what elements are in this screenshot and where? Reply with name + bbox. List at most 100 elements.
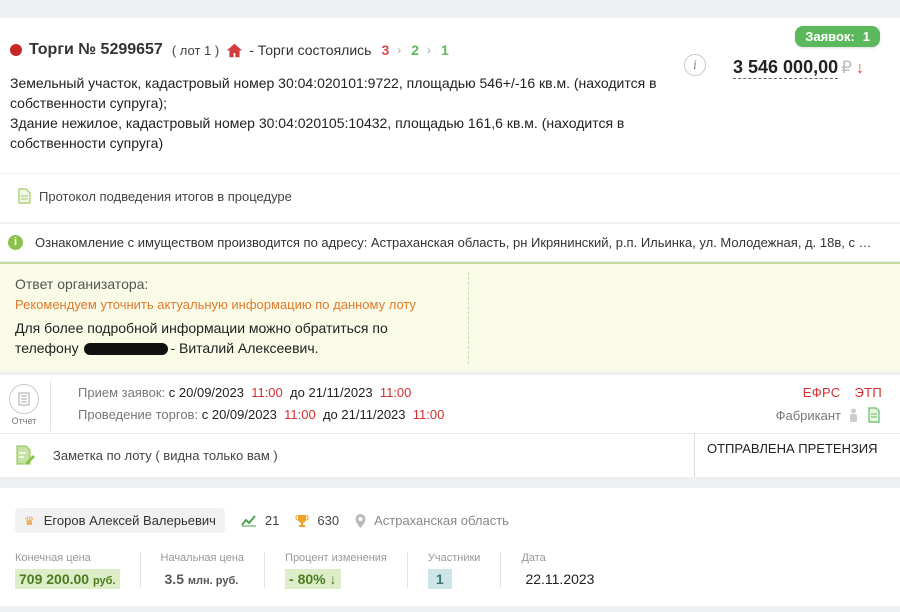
bids-count: 1 [862,29,870,44]
applications-label: Прием заявок: [78,385,166,400]
lot-number: ( лот 1 ) [171,42,220,58]
platform-name[interactable]: Фабрикант [776,408,841,423]
report-label: Отчет [11,416,37,426]
lot-price[interactable]: 3 546 000,00 [733,57,839,79]
final-price-value: 709 200.00 [19,571,90,587]
divider [468,272,469,364]
lot-description: Земельный участок, кадастровый номер 30:… [10,73,690,153]
protocol-label: Протокол подведения итогов в процедуре [39,188,292,204]
winner-row: ♛ Егоров Алексей Валерьевич 21 630 Астра… [15,508,509,533]
time-value: 11:00 [412,407,445,422]
metrics-row: Конечная цена 709 200.00 руб. Начальная … [15,552,638,589]
wins-stat: 630 [295,513,339,528]
bids-count-badge: Заявок: 1 [795,26,880,47]
stage-1: 1 [441,42,449,58]
protocol-link[interactable]: Протокол подведения итогов в процедуре [18,188,292,204]
winner-chip[interactable]: ♛ Егоров Алексей Валерьевич [15,508,225,533]
organizer-reply: Ответ организатора: Рекомендуем уточнить… [0,262,900,372]
reply-label: Ответ организатора: [15,276,149,292]
crown-icon: ♛ [24,513,35,528]
auction-dates: Проведение торгов: с 20/09/2023 11:00 до… [78,407,444,422]
lot-card: Заявок: 1 Торги № 5299657 ( лот 1 ) - Тор… [0,18,900,173]
notice-section: i Ознакомление с имуществом производится… [0,224,900,261]
time-value: 11:00 [284,407,316,422]
change-percent: - 80% ↓ [285,569,341,589]
from-word: с [201,407,209,422]
from-word: с [168,385,176,400]
document-icon[interactable] [868,407,880,423]
arrow-down-icon: ↓ [329,571,337,587]
metric-label: Начальная цена [160,552,245,564]
info-icon: i [8,235,23,250]
lot-title-row: Торги № 5299657 ( лот 1 ) - Торги состоя… [10,40,449,60]
house-icon [227,43,243,57]
time-value: 11:00 [379,385,412,400]
note-edit-icon [16,445,35,465]
time-value: 11:00 [251,385,283,400]
person-icon [850,408,857,422]
report-circle [9,384,39,414]
ruble-icon: ₽ [841,58,852,77]
winner-name: Егоров Алексей Валерьевич [43,513,216,528]
chevron-right-icon: › [397,43,402,57]
participants-metric: Участники 1 [427,552,502,589]
change-value: - 80% [289,571,326,587]
auction-status: - Торги состоялись [249,42,372,58]
metric-label: Дата [521,552,546,564]
auction-label: Проведение торгов: [78,407,199,422]
date-value: 20/09/2023 [178,385,244,400]
protocol-section: Протокол подведения итогов в процедуре [0,174,900,222]
trades-count: 21 [264,513,280,528]
date-metric: Дата 22.11.2023 [521,552,618,588]
final-price-unit: руб. [92,575,116,587]
to-word: до [322,407,338,422]
winner-section: ♛ Егоров Алексей Валерьевич 21 630 Астра… [0,488,900,606]
etp-link[interactable]: ЭТП [854,385,882,400]
start-price-metric: Начальная цена 3.5 млн. руб. [161,552,266,588]
claim-status: ОТПРАВЛЕНА ПРЕТЕНЗИЯ [694,433,878,477]
to-word: до [290,385,305,400]
reply-text-after: - Виталий Алексеевич. [170,340,319,356]
lot-note[interactable]: Заметка по лоту ( видна только вам ) [15,445,278,465]
region-name: Астраханская область [374,513,509,528]
final-price-metric: Конечная цена 709 200.00 руб. [15,552,141,589]
metric-label: Участники [427,552,481,564]
price-block: 3 546 000,00 ₽ ↓ [733,57,864,79]
trades-stat: 21 [241,513,279,528]
date-value: 21/11/2023 [341,407,406,422]
participants-count: 1 [427,569,452,589]
stage-2: 2 [411,42,420,58]
report-button[interactable]: Отчет [8,384,40,426]
start-price-unit: млн. руб. [187,575,239,587]
stage-3: 3 [381,42,390,58]
efrs-link[interactable]: ЕФРС [803,385,841,400]
platform-row: Фабрикант [776,407,880,423]
final-price: 709 200.00 руб. [15,569,120,589]
date-value: 20/09/2023 [211,407,277,422]
description-line: Земельный участок, кадастровый номер 30:… [10,75,657,111]
report-icon [18,392,30,406]
notice-row: i Ознакомление с имуществом производится… [8,235,896,250]
wins-count: 630 [317,513,340,528]
bids-label: Заявок: [805,29,855,44]
start-price: 3.5 млн. руб. [161,569,243,589]
metric-label: Процент изменения [285,552,387,564]
date-value: 21/11/2023 [308,385,373,400]
lot-title-link[interactable]: Торги № 5299657 [29,41,163,59]
trophy-icon [295,514,309,527]
redacted-phone [84,343,169,356]
start-price-value: 3.5 [164,571,184,587]
location-pin-icon [355,513,366,528]
note-label: Заметка по лоту ( видна только вам ) [53,447,278,463]
description-line: Здание нежилое, кадастровый номер 30:04:… [10,115,625,151]
status-dot-icon [10,44,22,56]
dates-section: Отчет Прием заявок: с 20/09/2023 11:00 д… [0,375,900,477]
trend-chart-icon [241,515,256,527]
change-metric: Процент изменения - 80% ↓ [285,552,408,589]
document-icon [18,188,31,204]
applications-dates: Прием заявок: с 20/09/2023 11:00 до 21/1… [78,385,411,400]
auction-date: 22.11.2023 [525,571,595,587]
reply-recommendation: Рекомендуем уточнить актуальную информац… [15,297,417,312]
source-links: ЕФРС ЭТП [803,385,882,400]
divider [50,381,51,431]
